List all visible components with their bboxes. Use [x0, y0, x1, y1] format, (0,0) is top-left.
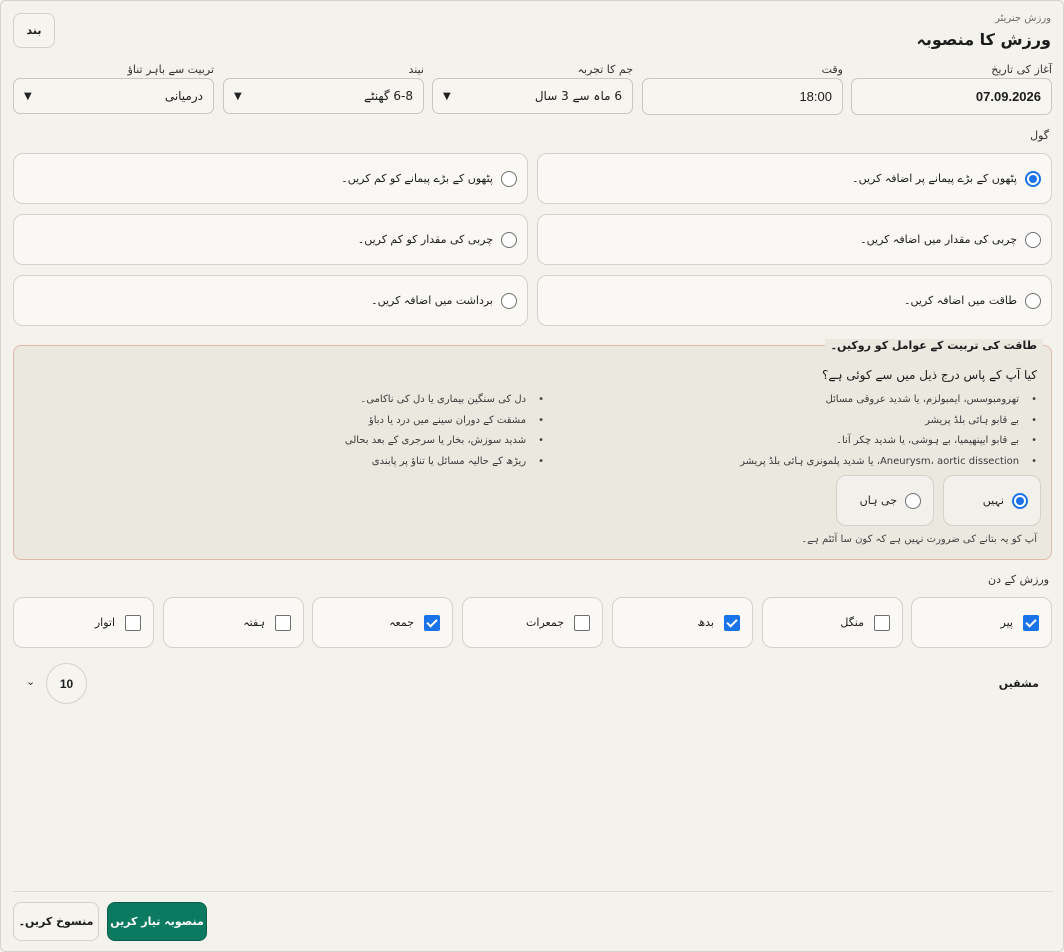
radio-button[interactable] — [501, 231, 517, 248]
dialog-title: ورزش کا منصوبہ — [916, 30, 1051, 49]
day-label: اتوار — [94, 616, 115, 629]
day-option[interactable]: بدھ — [612, 597, 753, 648]
radio-button[interactable] — [1025, 231, 1041, 248]
goal-option[interactable]: پٹھوں کے بڑے پیمانے پر اضافہ کریں۔ — [537, 153, 1052, 204]
start-date-value: 07.09.2026 — [975, 89, 1041, 104]
day-label: پیر — [1000, 616, 1013, 629]
gym-experience-label: جم کا تجربہ — [577, 63, 633, 76]
day-label: ہفتہ — [243, 616, 265, 629]
gym-experience-value: 6 ماہ سے 3 سال — [534, 89, 622, 103]
chevron-down-icon: ▼ — [443, 90, 451, 102]
day-label: بدھ — [697, 616, 714, 629]
goal-label: طاقت میں اضافہ کریں۔ — [904, 294, 1017, 307]
outside-stress-value: درمیانی — [164, 89, 203, 103]
goal-label: پٹھوں کے بڑے پیمانے کو کم کریں۔ — [341, 172, 493, 185]
risk-list-left: دل کی سنگین بیماری یا دل کی ناکامی۔ مشقت… — [345, 394, 544, 476]
dialog: بند ورزش جنریٹر ورزش کا منصوبہ آغاز کی ت… — [0, 0, 1064, 952]
radio-button[interactable] — [1025, 170, 1041, 187]
start-date-field: آغاز کی تاریخ 07.09.2026 — [851, 63, 1052, 115]
radio-button[interactable] — [1012, 492, 1028, 509]
radio-button[interactable] — [501, 292, 517, 309]
day-option[interactable]: منگل — [762, 597, 903, 648]
radio-button[interactable] — [905, 492, 921, 509]
goal-option[interactable]: پٹھوں کے بڑے پیمانے کو کم کریں۔ — [13, 153, 528, 204]
goal-label: پٹھوں کے بڑے پیمانے پر اضافہ کریں۔ — [852, 172, 1017, 185]
goal-label: چربی کی مقدار میں اضافہ کریں۔ — [860, 233, 1017, 246]
footer-divider — [13, 891, 1053, 892]
exercises-count[interactable]: 10 — [46, 663, 87, 704]
close-button[interactable]: بند — [13, 13, 55, 48]
list-item: دل کی سنگین بیماری یا دل کی ناکامی۔ — [345, 394, 544, 415]
cancel-button[interactable]: منسوخ کریں۔ — [13, 902, 99, 941]
checkbox[interactable] — [424, 614, 440, 631]
outside-stress-label: تربیت سے باہر تناؤ — [127, 63, 214, 76]
goal-option[interactable]: طاقت میں اضافہ کریں۔ — [537, 275, 1052, 326]
no-option[interactable]: نہیں — [943, 475, 1041, 526]
day-label: جمعرات — [526, 616, 564, 629]
no-label: نہیں — [982, 494, 1004, 507]
sleep-label: نیند — [408, 63, 424, 76]
goal-label: برداشت میں اضافہ کریں۔ — [371, 294, 493, 307]
time-input[interactable]: 18:00 — [642, 78, 843, 115]
day-option[interactable]: ہفتہ — [163, 597, 304, 648]
start-date-label: آغاز کی تاریخ — [991, 63, 1052, 76]
contraindications-question: کیا آپ کے پاس درج ذیل میں سے کوئی ہے؟ — [822, 368, 1037, 382]
checkbox[interactable] — [1023, 614, 1039, 631]
goals-label: گول — [1030, 129, 1049, 142]
list-item: تھرومبوسس، ایمبولزم، یا شدید عروقی مسائل — [740, 394, 1037, 415]
sleep-value: 6-8 گھنٹے — [364, 89, 413, 103]
radio-button[interactable] — [501, 170, 517, 187]
goal-option[interactable]: چربی کی مقدار کو کم کریں۔ — [13, 214, 528, 265]
checkbox[interactable] — [724, 614, 740, 631]
list-item: بے قابو ایپنھیمیا، بے ہوشی، یا شدید چکر … — [740, 435, 1037, 456]
contraindications-box: طاقت کی تربیت کے عوامل کو روکیں۔ کیا آپ … — [13, 339, 1052, 560]
checkbox[interactable] — [125, 614, 141, 631]
chevron-down-icon[interactable]: ⌄ — [26, 675, 35, 688]
day-label: منگل — [840, 616, 864, 629]
time-label: وقت — [821, 63, 843, 76]
day-option[interactable]: جمعرات — [462, 597, 603, 648]
time-value: 18:00 — [799, 89, 832, 104]
contraindications-note: آپ کو یہ بتانے کی ضرورت نہیں ہے کہ کون س… — [801, 534, 1037, 545]
goal-option[interactable]: چربی کی مقدار میں اضافہ کریں۔ — [537, 214, 1052, 265]
goal-option[interactable]: برداشت میں اضافہ کریں۔ — [13, 275, 528, 326]
checkbox[interactable] — [874, 614, 890, 631]
list-item: Aneurysm، aortic dissection، یا شدید پلم… — [740, 456, 1037, 477]
contraindications-title: طاقت کی تربیت کے عوامل کو روکیں۔ — [824, 339, 1043, 352]
list-item: مشقت کے دوران سینے میں درد یا دباؤ — [345, 415, 544, 436]
day-option[interactable]: پیر — [911, 597, 1052, 648]
exercises-label: مشقیں — [998, 677, 1039, 690]
time-field: وقت 18:00 — [642, 63, 843, 115]
dialog-subtitle: ورزش جنریٹر — [995, 13, 1051, 24]
yes-option[interactable]: جی ہاں — [836, 475, 934, 526]
list-item: شدید سوزش، بخار یا سرجری کے بعد بحالی — [345, 435, 544, 456]
day-option[interactable]: اتوار — [13, 597, 154, 648]
day-option[interactable]: جمعہ — [312, 597, 453, 648]
list-item: بے قابو ہائی بلڈ پریشر — [740, 415, 1037, 436]
start-date-input[interactable]: 07.09.2026 — [851, 78, 1052, 115]
day-label: جمعہ — [389, 616, 414, 629]
yes-label: جی ہاں — [859, 494, 897, 507]
sleep-field: نیند 6-8 گھنٹے ▼ — [223, 63, 424, 114]
gym-experience-field: جم کا تجربہ 6 ماہ سے 3 سال ▼ — [432, 63, 633, 114]
checkbox[interactable] — [574, 614, 590, 631]
outside-stress-select[interactable]: درمیانی ▼ — [13, 78, 214, 114]
gym-experience-select[interactable]: 6 ماہ سے 3 سال ▼ — [432, 78, 633, 114]
radio-button[interactable] — [1025, 292, 1041, 309]
chevron-down-icon: ▼ — [234, 90, 242, 102]
list-item: ریڑھ کے حالیہ مسائل یا تناؤ پر پابندی — [345, 456, 544, 477]
days-label: ورزش کے دن — [987, 573, 1049, 586]
chevron-down-icon: ▼ — [24, 90, 32, 102]
checkbox[interactable] — [275, 614, 291, 631]
outside-stress-field: تربیت سے باہر تناؤ درمیانی ▼ — [13, 63, 214, 114]
create-plan-button[interactable]: منصوبہ تیار کریں — [107, 902, 207, 941]
dialog-header: ورزش جنریٹر ورزش کا منصوبہ — [916, 13, 1051, 49]
goal-label: چربی کی مقدار کو کم کریں۔ — [357, 233, 493, 246]
risk-list-right: تھرومبوسس، ایمبولزم، یا شدید عروقی مسائل… — [740, 394, 1037, 476]
sleep-select[interactable]: 6-8 گھنٹے ▼ — [223, 78, 424, 114]
